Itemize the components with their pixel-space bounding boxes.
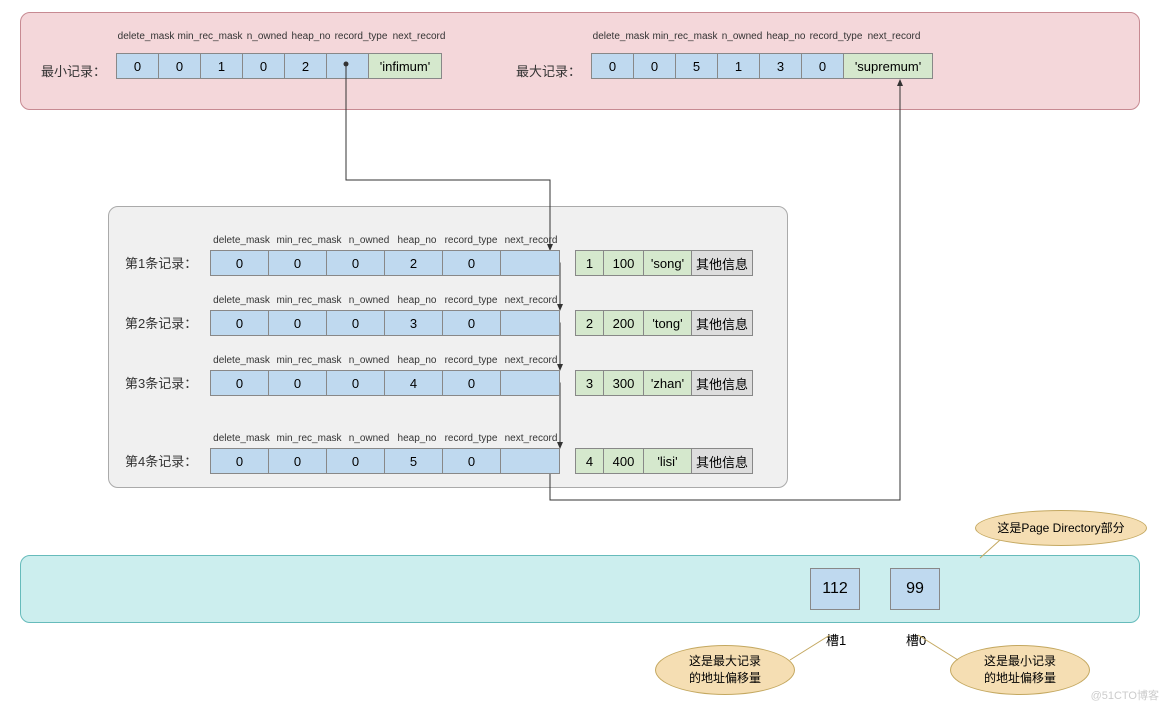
- row-1-data-cells: 1100'song'其他信息: [575, 250, 753, 276]
- min-record-headers: delete_mask min_rec_mask n_owned heap_no…: [116, 31, 448, 42]
- min-record-cells: 0 0 1 0 2 'infimum': [116, 53, 442, 79]
- slot-0: 99: [890, 568, 940, 610]
- row-3-headers: delete_maskmin_rec_maskn_ownedheap_norec…: [210, 355, 561, 366]
- row-4-header-cells: 00050: [210, 448, 560, 474]
- watermark: @51CTO博客: [1091, 687, 1159, 703]
- max-record-label: 最大记录：: [516, 61, 581, 80]
- row-1-headers: delete_maskmin_rec_maskn_ownedheap_norec…: [210, 235, 561, 246]
- max-record-cells: 0 0 5 1 3 0 'supremum': [591, 53, 933, 79]
- row-2-headers: delete_maskmin_rec_maskn_ownedheap_norec…: [210, 295, 561, 306]
- slot-0-label: 槽0: [906, 630, 926, 649]
- slot-1-label: 槽1: [826, 630, 846, 649]
- row-3-label: 第3条记录：: [125, 373, 197, 392]
- row-2-data-cells: 2200'tong'其他信息: [575, 310, 753, 336]
- row-4-headers: delete_maskmin_rec_maskn_ownedheap_norec…: [210, 433, 561, 444]
- callout-page-directory: 这是Page Directory部分: [975, 510, 1147, 546]
- boundary-records-panel: 最小记录： delete_mask min_rec_mask n_owned h…: [20, 12, 1140, 110]
- callout-min-offset: 这是最小记录 的地址偏移量: [950, 645, 1090, 695]
- min-record-label: 最小记录：: [41, 61, 106, 80]
- max-record-headers: delete_mask min_rec_mask n_owned heap_no…: [591, 31, 923, 42]
- row-2-label: 第2条记录：: [125, 313, 197, 332]
- row-3-data-cells: 3300'zhan'其他信息: [575, 370, 753, 396]
- row-2-header-cells: 00030: [210, 310, 560, 336]
- user-records-panel: [108, 206, 788, 488]
- row-4-data-cells: 4400'lisi'其他信息: [575, 448, 753, 474]
- row-3-header-cells: 00040: [210, 370, 560, 396]
- row-1-header-cells: 00020: [210, 250, 560, 276]
- callout-max-offset: 这是最大记录 的地址偏移量: [655, 645, 795, 695]
- row-4-label: 第4条记录：: [125, 451, 197, 470]
- page-directory-panel: [20, 555, 1140, 623]
- row-1-label: 第1条记录：: [125, 253, 197, 272]
- slot-1: 112: [810, 568, 860, 610]
